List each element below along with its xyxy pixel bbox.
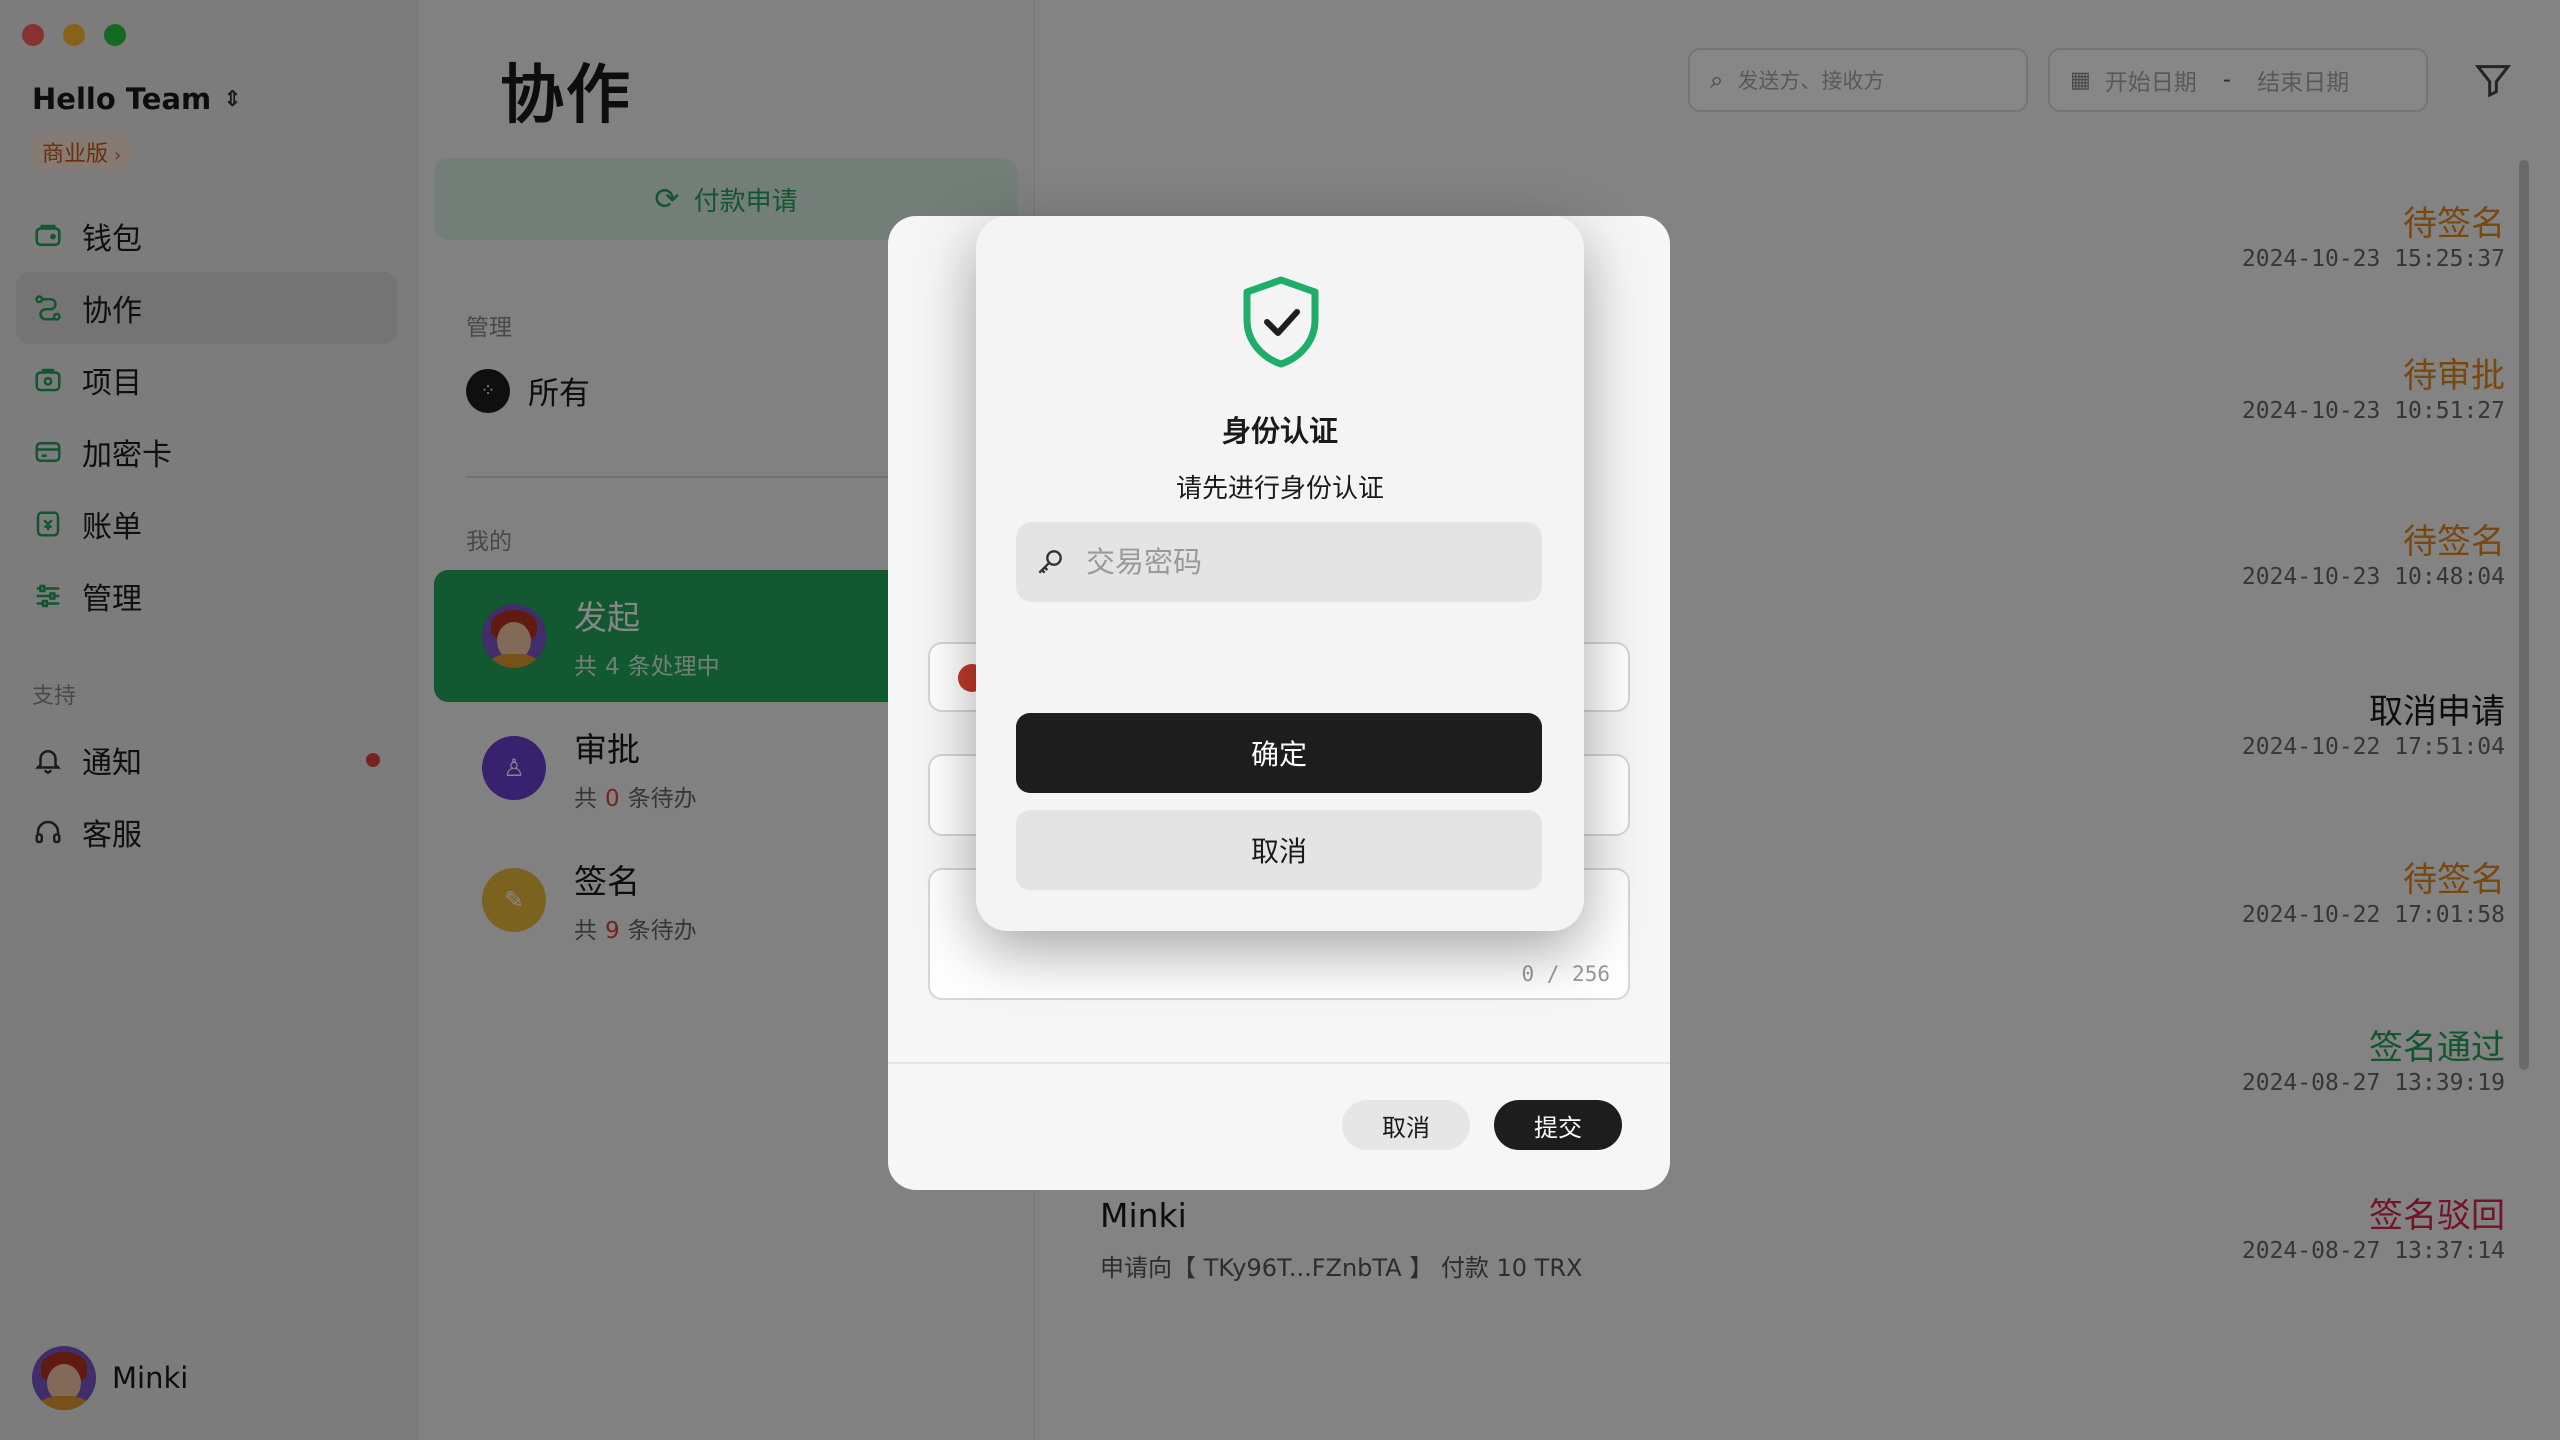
auth-title: 身份认证 xyxy=(1221,414,1338,448)
cancel-button[interactable]: 取消 xyxy=(1016,810,1542,890)
auth-subtitle: 请先进行身份认证 xyxy=(1175,474,1384,504)
dialog-footer: 取消 提交 xyxy=(888,1062,1670,1190)
key-icon xyxy=(1038,550,1062,574)
shield-check-icon xyxy=(1243,276,1319,368)
auth-dialog: 身份认证 请先进行身份认证 确定 取消 xyxy=(976,216,1584,931)
password-input[interactable] xyxy=(1086,545,1506,579)
submit-button[interactable]: 提交 xyxy=(1494,1100,1622,1150)
password-field[interactable] xyxy=(1016,522,1542,602)
char-counter: 0 / 256 xyxy=(1521,962,1610,986)
confirm-button[interactable]: 确定 xyxy=(1016,713,1542,793)
cancel-button[interactable]: 取消 xyxy=(1342,1100,1470,1150)
